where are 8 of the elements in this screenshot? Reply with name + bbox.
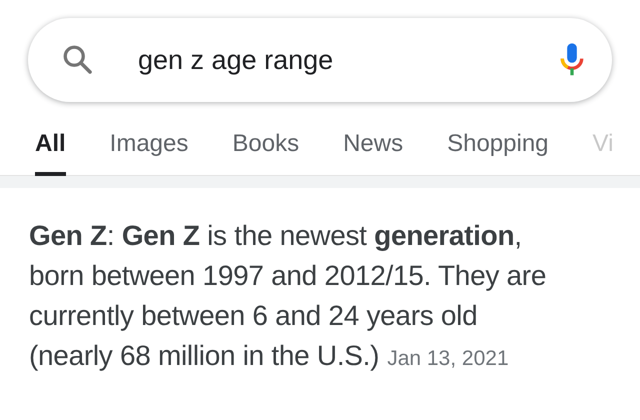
tab[interactable]: Shopping <box>447 126 549 176</box>
search-field[interactable]: gen z age range <box>138 44 558 76</box>
tab[interactable]: News <box>343 126 404 176</box>
microphone-icon[interactable] <box>558 42 586 78</box>
tab[interactable]: Images <box>110 126 188 176</box>
tab[interactable]: All <box>35 126 66 176</box>
snippet-text: Gen Z: Gen Z is the newest generation, born between 1997 and 2012/15. They are currently between 6 and 24 years old (nearly 68 million in the U.S.) Jan 13, 2021 <box>29 219 548 373</box>
tab[interactable]: Books <box>232 126 300 176</box>
